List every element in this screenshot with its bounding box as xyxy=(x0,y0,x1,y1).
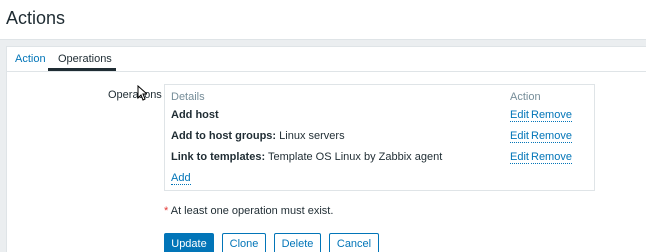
edit-link[interactable]: Edit xyxy=(510,109,529,122)
row-details: Add to host groups: Linux servers xyxy=(171,130,345,142)
active-tab-indicator xyxy=(48,68,116,71)
edit-link[interactable]: Edit xyxy=(510,151,529,164)
remove-link[interactable]: Remove xyxy=(531,130,572,143)
row-label: Link to templates: xyxy=(171,151,266,163)
remove-link[interactable]: Remove xyxy=(531,151,572,164)
tab-bar: Action Operations xyxy=(7,47,646,72)
operations-table: Details Action Add host Edit Remove Add … xyxy=(164,84,595,191)
row-details: Add host xyxy=(171,109,219,121)
row-value: Template OS Linux by Zabbix agent xyxy=(267,151,443,163)
edit-link[interactable]: Edit xyxy=(510,130,529,143)
update-button[interactable]: Update xyxy=(164,233,214,252)
row-label: Add host xyxy=(171,109,219,121)
tab-operations[interactable]: Operations xyxy=(58,53,112,65)
page-header: Actions xyxy=(0,0,646,40)
clone-button[interactable]: Clone xyxy=(222,233,266,252)
row-label: Add to host groups: xyxy=(171,130,277,142)
column-header-details: Details xyxy=(171,91,205,103)
form-container: Action Operations Operations Details Act… xyxy=(6,46,646,252)
mouse-cursor-icon xyxy=(137,85,147,101)
row-details: Link to templates: Template OS Linux by … xyxy=(171,151,442,163)
page-title: Actions xyxy=(6,8,66,28)
row-value: Linux servers xyxy=(279,130,345,142)
add-operation-link[interactable]: Add xyxy=(171,172,191,185)
delete-button[interactable]: Delete xyxy=(274,233,321,252)
operations-label: Operations xyxy=(108,89,162,101)
remove-link[interactable]: Remove xyxy=(531,109,572,122)
required-marker: * xyxy=(164,205,169,217)
cancel-button[interactable]: Cancel xyxy=(329,233,379,252)
required-warning: * At least one operation must exist. xyxy=(164,205,333,217)
warning-text: At least one operation must exist. xyxy=(170,205,334,217)
column-header-action: Action xyxy=(510,91,541,103)
tab-action[interactable]: Action xyxy=(15,53,46,65)
